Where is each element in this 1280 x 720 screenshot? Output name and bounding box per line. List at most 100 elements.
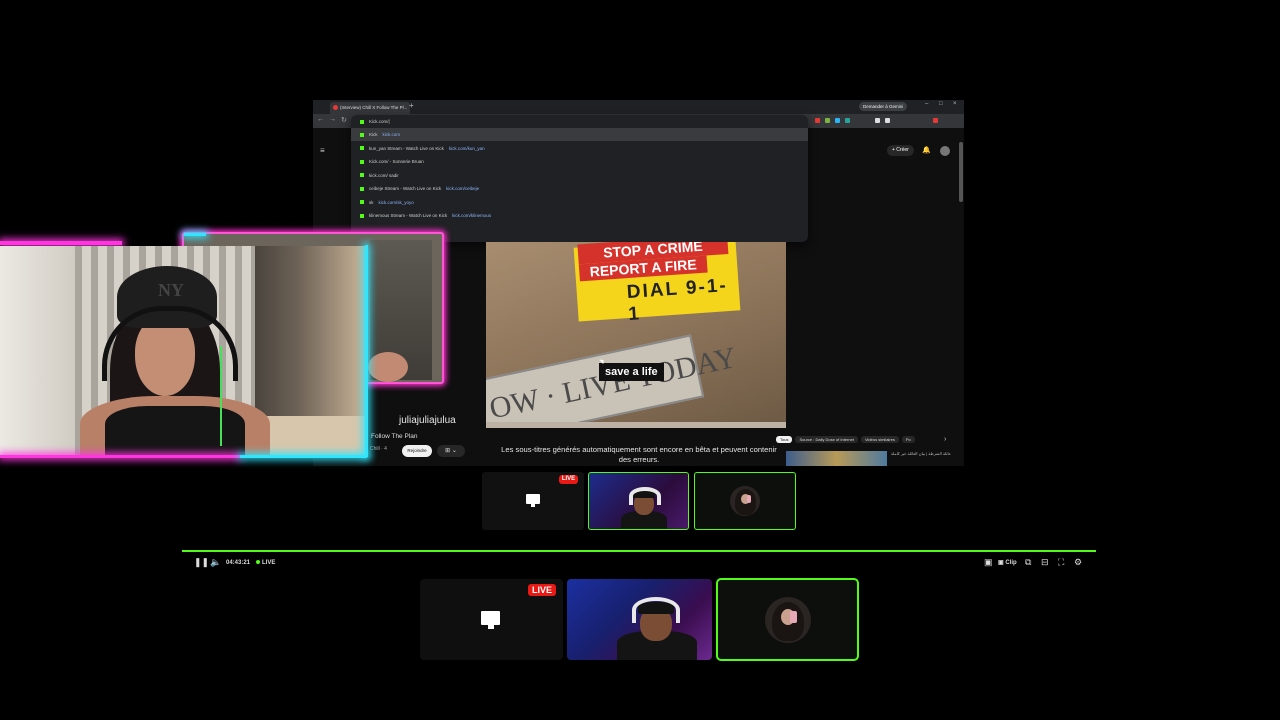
live-badge: LIVE bbox=[528, 584, 556, 596]
monitor-icon bbox=[481, 611, 500, 625]
omnibox-suggestion[interactable]: ceibeje Stream - Watch Live on Kick kick.… bbox=[351, 182, 808, 195]
close-icon[interactable]: × bbox=[953, 101, 957, 107]
streamer-name: juliajuliajulua bbox=[399, 415, 456, 426]
suggestion-text: Kick bbox=[369, 132, 378, 137]
forward-icon[interactable]: → bbox=[329, 116, 336, 123]
picture-in-picture-icon[interactable]: ⧉ bbox=[1025, 557, 1031, 568]
omnibox-suggestion[interactable]: Kick.com/ - Sonnerie Bruan bbox=[351, 155, 808, 168]
create-button[interactable]: + Créer bbox=[887, 145, 914, 156]
kick-favicon-icon bbox=[360, 159, 364, 164]
pause-icon[interactable]: ❚❚ bbox=[194, 557, 209, 568]
suggestion-text: kun_yan Stream - Watch Live on Kick bbox=[369, 145, 444, 151]
neon-border bbox=[240, 455, 367, 458]
participant-card[interactable] bbox=[588, 472, 689, 530]
tab-title: (Interview) Chill X Follow The Pl... bbox=[340, 105, 408, 110]
extension-icon[interactable] bbox=[815, 118, 820, 123]
video-player[interactable]: STOP A CRIME REPORT A FIRE DIAL 9-1-1 OW… bbox=[486, 242, 786, 428]
volume-icon[interactable]: 🔈 bbox=[210, 557, 221, 568]
chevron-right-icon[interactable]: › bbox=[944, 436, 946, 443]
participant-video bbox=[612, 587, 702, 660]
playlist-title: Follow The Plan bbox=[371, 433, 418, 440]
menu-icon[interactable]: ≡ bbox=[320, 146, 325, 155]
omnibox-suggestion[interactable]: kun_yan Stream - Watch Live on Kick kick.… bbox=[351, 142, 808, 155]
extension-icon[interactable] bbox=[933, 118, 938, 123]
filter-chips: Tous Source : Daily Dose of Internet Vidéo… bbox=[776, 436, 918, 443]
recommended-title[interactable]: عائلة الشرطة | بيان العائلة غير كاملة bbox=[891, 451, 956, 456]
streamer: NY bbox=[80, 266, 280, 455]
save-button[interactable]: ⊞ ⌄ bbox=[437, 445, 465, 457]
kick-favicon-icon bbox=[360, 173, 364, 178]
minimize-icon[interactable]: – bbox=[925, 101, 928, 107]
omnibox-dropdown: Kick.com/| Kick kick.com kun_yan Stream - … bbox=[351, 115, 808, 242]
kick-favicon-icon bbox=[360, 213, 364, 218]
omnibox-suggestion[interactable]: Kick kick.com bbox=[351, 128, 808, 141]
neon-border bbox=[365, 245, 368, 457]
suggestion-url: kick.com/sk_yoyo bbox=[378, 199, 414, 205]
live-dot-icon bbox=[256, 560, 260, 565]
omnibox-suggestion[interactable]: kick.com/ sadir bbox=[351, 169, 808, 182]
suggestion-text: kick.com/ sadir bbox=[369, 172, 399, 178]
kick-favicon-icon bbox=[360, 186, 364, 191]
monitor-icon bbox=[526, 494, 540, 504]
filter-chip[interactable]: Po bbox=[901, 436, 915, 443]
recommended-thumbnail[interactable] bbox=[786, 451, 887, 466]
participant-card-active[interactable] bbox=[716, 578, 859, 661]
neon-border bbox=[184, 233, 206, 236]
browser-tab-bar: (Interview) Chill X Follow The Pl... + D… bbox=[313, 100, 964, 114]
settings-gear-icon[interactable]: ⚙ bbox=[1074, 557, 1082, 568]
player-controls: ❚❚ 🔈 04:43:21 LIVE ▣ ▣ Clip ⧉ ⊟ ⛶ ⚙ bbox=[182, 555, 1096, 573]
suggestion-url: kick.com/kun_yan bbox=[448, 145, 485, 151]
license-plate: OW · LIVE TODAY bbox=[486, 334, 739, 428]
avatar[interactable] bbox=[940, 146, 950, 156]
reload-icon[interactable]: ↻ bbox=[341, 116, 347, 124]
fullscreen-icon[interactable]: ⛶ bbox=[1058, 557, 1064, 568]
extension-icon[interactable] bbox=[885, 118, 890, 123]
extension-icon[interactable] bbox=[825, 118, 830, 123]
video-caption: save a life bbox=[599, 363, 664, 381]
maximize-icon[interactable]: □ bbox=[939, 101, 943, 107]
kick-favicon-icon bbox=[360, 146, 364, 151]
progress-bar[interactable] bbox=[182, 550, 1096, 552]
suggestion-text: klinemous Stream - Watch Live on Kick bbox=[369, 213, 448, 218]
wall bbox=[0, 246, 80, 455]
subtitle-notice: Les sous-titres générés automatiquement … bbox=[501, 445, 777, 464]
participant-card-active[interactable] bbox=[694, 472, 796, 530]
new-tab-icon[interactable]: + bbox=[409, 101, 414, 110]
back-icon[interactable]: ← bbox=[317, 116, 324, 123]
youtube-icon bbox=[333, 105, 338, 111]
stream-time: 04:43:21 bbox=[226, 560, 251, 566]
avatar bbox=[765, 597, 811, 643]
suggestion-text: ceibeje Stream - Watch Live on Kick bbox=[369, 186, 442, 191]
participant-card[interactable] bbox=[567, 579, 712, 660]
omnibox-suggestion[interactable]: klinemous Stream - Watch Live on Kick kic… bbox=[351, 209, 808, 222]
gemini-button[interactable]: Demander à Gemini bbox=[859, 102, 908, 111]
browser-tab[interactable]: (Interview) Chill X Follow The Pl... bbox=[330, 102, 410, 114]
omnibox-input[interactable]: Kick.com/| bbox=[351, 115, 808, 128]
extension-icon[interactable] bbox=[845, 118, 850, 123]
join-button[interactable]: Rejoindre bbox=[402, 445, 432, 457]
emergency-sign: STOP A CRIME REPORT A FIRE DIAL 9-1-1 bbox=[573, 242, 741, 325]
filter-chip[interactable]: Tous bbox=[776, 436, 793, 443]
suggestion-text: Kick.com/ - Sonnerie Bruan bbox=[369, 159, 424, 164]
neon-border bbox=[0, 455, 240, 458]
streamer-webcam: NY bbox=[0, 246, 365, 455]
suggestion-url: kick.com/ceibeje bbox=[446, 186, 480, 191]
scrollbar[interactable] bbox=[959, 142, 963, 202]
hand bbox=[368, 352, 408, 382]
suggestion-url: kick.com/klinemous bbox=[452, 213, 492, 218]
omnibox-suggestion[interactable]: sk kick.com/sk_yoyo bbox=[351, 196, 808, 209]
participant-video bbox=[619, 481, 669, 529]
extension-icon[interactable] bbox=[835, 118, 840, 123]
kick-favicon-icon bbox=[360, 200, 364, 205]
bell-icon[interactable]: 🔔 bbox=[922, 146, 931, 154]
extension-icon[interactable] bbox=[875, 118, 880, 123]
neon-border bbox=[0, 241, 122, 245]
clip-button[interactable]: ▣ Clip bbox=[998, 559, 1017, 566]
filter-chip[interactable]: Vidéos similaires bbox=[860, 436, 899, 443]
captions-icon[interactable]: ⊟ bbox=[1041, 557, 1049, 568]
cap-logo: NY bbox=[158, 280, 184, 300]
filter-chip[interactable]: Source : Daily Dose of Internet bbox=[795, 436, 858, 443]
kick-favicon-icon bbox=[360, 119, 364, 124]
live-indicator: LIVE bbox=[256, 560, 275, 566]
theater-mode-icon[interactable]: ▣ bbox=[984, 557, 993, 568]
